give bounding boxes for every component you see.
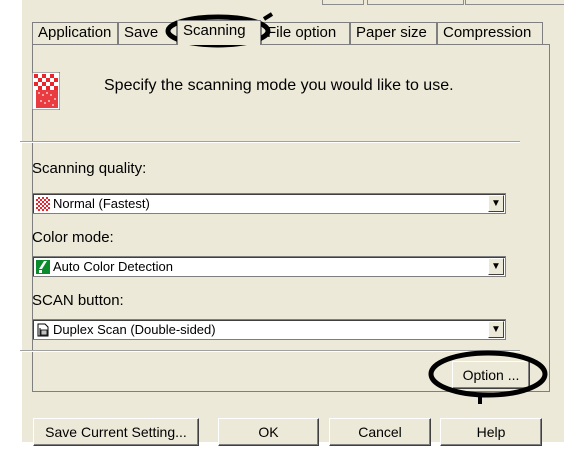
help-label: Help <box>476 424 506 440</box>
scan-quality-icon <box>32 72 60 110</box>
tab-label: Scanning <box>183 22 246 39</box>
tab-paper-size[interactable]: Paper size <box>350 22 437 44</box>
scanning-quality-label: Scanning quality: <box>32 160 147 177</box>
save-current-setting-label: Save Current Setting... <box>45 424 187 440</box>
color-detect-icon <box>36 260 50 274</box>
scan-button-select[interactable]: Duplex Scan (Double-sided) ▼ <box>32 319 506 340</box>
tab-label: Save <box>124 24 159 41</box>
dropdown-arrow-icon[interactable]: ▼ <box>488 195 504 212</box>
scanning-quality-value: Normal (Fastest) <box>53 196 150 211</box>
tab-file-option[interactable]: File option <box>261 22 350 44</box>
tab-label: File option <box>267 24 337 41</box>
ok-label: OK <box>258 424 279 440</box>
dropdown-arrow-icon[interactable]: ▼ <box>488 321 504 338</box>
separator <box>20 141 520 143</box>
tab-save[interactable]: Save <box>118 22 177 44</box>
tab-compression[interactable]: Compression <box>437 22 543 44</box>
scan-button-value: Duplex Scan (Double-sided) <box>53 322 216 337</box>
tab-label: Paper size <box>356 24 427 41</box>
tab-application[interactable]: Application <box>32 22 118 44</box>
cancel-label: Cancel <box>358 424 402 440</box>
duplex-doc-icon <box>37 323 49 337</box>
help-button[interactable]: Help <box>440 418 542 446</box>
cancel-button[interactable]: Cancel <box>329 418 431 446</box>
ghost-edge <box>465 0 564 5</box>
color-mode-select[interactable]: Auto Color Detection ▼ <box>32 256 506 277</box>
separator <box>20 350 520 352</box>
save-current-setting-button[interactable]: Save Current Setting... <box>33 418 199 446</box>
scanning-quality-select[interactable]: Normal (Fastest) ▼ <box>32 193 506 214</box>
top-strip <box>22 0 564 24</box>
tab-scanning[interactable]: Scanning <box>177 20 261 45</box>
checker-icon <box>36 197 50 211</box>
option-button-label: Option ... <box>462 367 520 383</box>
color-mode-value: Auto Color Detection <box>53 259 173 274</box>
ghost-edge <box>322 0 364 5</box>
tab-label: Compression <box>443 24 532 41</box>
intro-text: Specify the scanning mode you would like… <box>104 77 454 94</box>
dropdown-arrow-icon[interactable]: ▼ <box>488 258 504 275</box>
ok-button[interactable]: OK <box>218 418 319 446</box>
tab-label: Application <box>38 24 112 41</box>
ghost-edge <box>367 0 464 5</box>
option-button[interactable]: Option ... <box>452 361 530 389</box>
scan-button-label: SCAN button: <box>32 292 124 309</box>
color-mode-label: Color mode: <box>32 229 114 246</box>
